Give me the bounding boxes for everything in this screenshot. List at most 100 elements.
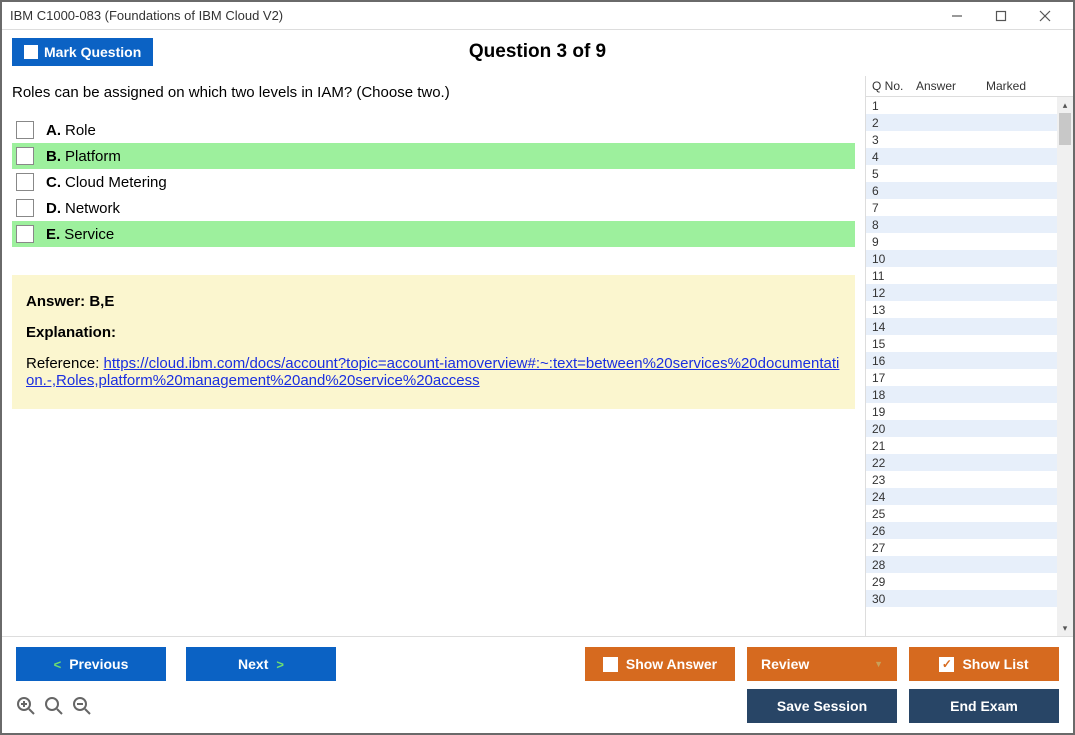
option-row[interactable]: E. Service — [12, 221, 855, 247]
row-qno: 18 — [872, 388, 916, 402]
list-row[interactable]: 30 — [866, 590, 1073, 607]
scroll-thumb[interactable] — [1059, 113, 1071, 145]
row-qno: 24 — [872, 490, 916, 504]
explanation-label: Explanation: — [26, 324, 841, 341]
next-label: Next — [238, 656, 268, 672]
row-qno: 11 — [872, 269, 916, 283]
show-list-button[interactable]: ✓ Show List — [909, 647, 1059, 681]
next-button[interactable]: Next > — [186, 647, 336, 681]
option-checkbox[interactable] — [16, 225, 34, 243]
option-checkbox[interactable] — [16, 147, 34, 165]
previous-button[interactable]: < Previous — [16, 647, 166, 681]
list-row[interactable]: 3 — [866, 131, 1073, 148]
row-qno: 8 — [872, 218, 916, 232]
row-qno: 7 — [872, 201, 916, 215]
zoom-out-icon[interactable] — [72, 695, 94, 717]
list-row[interactable]: 11 — [866, 267, 1073, 284]
option-checkbox[interactable] — [16, 121, 34, 139]
list-row[interactable]: 5 — [866, 165, 1073, 182]
close-button[interactable] — [1023, 3, 1067, 29]
option-letter: D. — [46, 200, 61, 217]
list-row[interactable]: 21 — [866, 437, 1073, 454]
row-qno: 5 — [872, 167, 916, 181]
show-answer-button[interactable]: Show Answer — [585, 647, 735, 681]
list-row[interactable]: 4 — [866, 148, 1073, 165]
list-row[interactable]: 22 — [866, 454, 1073, 471]
previous-label: Previous — [69, 656, 128, 672]
show-answer-label: Show Answer — [626, 656, 717, 672]
list-row[interactable]: 6 — [866, 182, 1073, 199]
option-text: Service — [64, 226, 114, 243]
question-pane: Roles can be assigned on which two level… — [2, 76, 865, 636]
titlebar: IBM C1000-083 (Foundations of IBM Cloud … — [2, 2, 1073, 30]
scrollbar[interactable]: ▴ ▾ — [1057, 97, 1073, 636]
zoom-in-icon[interactable] — [44, 695, 66, 717]
reference-line: Reference: https://cloud.ibm.com/docs/ac… — [26, 355, 841, 389]
row-qno: 3 — [872, 133, 916, 147]
row-qno: 27 — [872, 541, 916, 555]
save-session-button[interactable]: Save Session — [747, 689, 897, 723]
option-checkbox[interactable] — [16, 173, 34, 191]
list-row[interactable]: 8 — [866, 216, 1073, 233]
option-letter: E. — [46, 226, 60, 243]
list-row[interactable]: 16 — [866, 352, 1073, 369]
row-qno: 14 — [872, 320, 916, 334]
list-row[interactable]: 27 — [866, 539, 1073, 556]
header-qno: Q No. — [872, 79, 916, 93]
list-row[interactable]: 7 — [866, 199, 1073, 216]
option-row[interactable]: B. Platform — [12, 143, 855, 169]
checkbox-icon — [603, 657, 618, 672]
list-row[interactable]: 13 — [866, 301, 1073, 318]
save-session-label: Save Session — [777, 698, 867, 714]
option-row[interactable]: D. Network — [12, 195, 855, 221]
list-row[interactable]: 15 — [866, 335, 1073, 352]
mark-question-button[interactable]: Mark Question — [12, 38, 153, 66]
list-row[interactable]: 10 — [866, 250, 1073, 267]
option-row[interactable]: C. Cloud Metering — [12, 169, 855, 195]
list-row[interactable]: 23 — [866, 471, 1073, 488]
list-row[interactable]: 18 — [866, 386, 1073, 403]
list-row[interactable]: 26 — [866, 522, 1073, 539]
reference-prefix: Reference: — [26, 355, 104, 372]
review-dropdown[interactable]: Review ▼ — [747, 647, 897, 681]
option-checkbox[interactable] — [16, 199, 34, 217]
end-exam-button[interactable]: End Exam — [909, 689, 1059, 723]
header-row: Mark Question Question 3 of 9 — [2, 30, 1073, 76]
list-row[interactable]: 25 — [866, 505, 1073, 522]
row-qno: 23 — [872, 473, 916, 487]
maximize-button[interactable] — [979, 3, 1023, 29]
window-title: IBM C1000-083 (Foundations of IBM Cloud … — [10, 8, 283, 23]
list-row[interactable]: 12 — [866, 284, 1073, 301]
list-row[interactable]: 19 — [866, 403, 1073, 420]
option-row[interactable]: A. Role — [12, 117, 855, 143]
list-row[interactable]: 28 — [866, 556, 1073, 573]
chevron-right-icon: > — [276, 657, 284, 672]
row-qno: 28 — [872, 558, 916, 572]
list-body[interactable]: 1234567891011121314151617181920212223242… — [866, 97, 1073, 636]
list-row[interactable]: 14 — [866, 318, 1073, 335]
list-row[interactable]: 24 — [866, 488, 1073, 505]
scroll-up-icon[interactable]: ▴ — [1057, 97, 1073, 113]
row-qno: 13 — [872, 303, 916, 317]
list-row[interactable]: 29 — [866, 573, 1073, 590]
list-row[interactable]: 1 — [866, 97, 1073, 114]
list-row[interactable]: 9 — [866, 233, 1073, 250]
row-qno: 20 — [872, 422, 916, 436]
row-qno: 1 — [872, 99, 916, 113]
list-row[interactable]: 17 — [866, 369, 1073, 386]
row-qno: 21 — [872, 439, 916, 453]
list-row[interactable]: 20 — [866, 420, 1073, 437]
option-text: Role — [65, 122, 96, 139]
question-counter: Question 3 of 9 — [469, 41, 606, 63]
question-text: Roles can be assigned on which two level… — [12, 84, 855, 101]
minimize-button[interactable] — [935, 3, 979, 29]
question-list-pane: Q No. Answer Marked 12345678910111213141… — [865, 76, 1073, 636]
list-row[interactable]: 2 — [866, 114, 1073, 131]
zoom-reset-icon[interactable] — [16, 695, 38, 717]
header-marked: Marked — [986, 79, 1073, 93]
row-qno: 12 — [872, 286, 916, 300]
scroll-down-icon[interactable]: ▾ — [1057, 620, 1073, 636]
option-text: Network — [65, 200, 120, 217]
checked-icon: ✓ — [939, 657, 954, 672]
reference-link[interactable]: https://cloud.ibm.com/docs/account?topic… — [26, 355, 839, 389]
